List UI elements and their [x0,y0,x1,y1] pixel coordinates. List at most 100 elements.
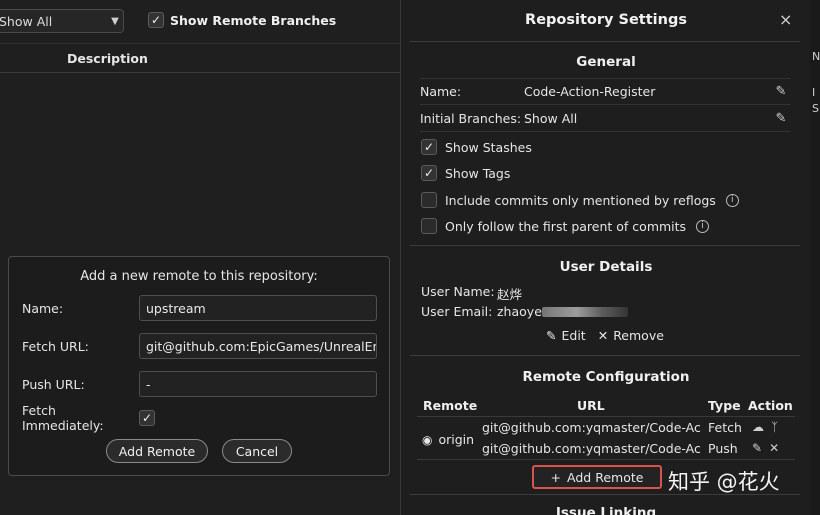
fetch-url-row: Fetch URL: git@github.com:EpicGames/Unre… [22,333,378,359]
remote-name-text: origin [438,432,475,447]
show-tags-option[interactable]: ✓ Show Tags [421,165,510,181]
pencil-icon: ✎ [546,328,557,343]
fetch-url-label: Fetch URL: [22,338,89,354]
edge-char: S [812,102,819,115]
eye-icon[interactable]: ◉ [422,433,432,447]
include-reflogs-checkbox[interactable] [421,192,437,208]
push-url-cell: git@github.com:yqmaster/Code-Ac... [482,441,700,456]
fetch-immediately-checkbox[interactable]: ✓ [139,410,155,426]
issue-linking-section-title: Issue Linking [555,505,657,515]
fetch-immediately-row: Fetch Immediately: ✓ [22,403,378,433]
info-icon[interactable]: i [696,219,710,233]
edit-remote-pencil-icon[interactable]: ✎ [752,441,762,455]
add-remote-submit-button[interactable]: Add Remote [106,439,208,463]
remote-name-row: Name: upstream [22,295,378,321]
include-reflogs-option[interactable]: Include commits only mentioned by reflog… [421,192,739,208]
push-url-row: Push URL: - [22,371,378,397]
add-remote-dialog-title: Add a new remote to this repository: [80,269,318,284]
repo-name-row: Name: Code-Action-Register ✎ [420,81,790,101]
add-remote-dialog-buttons: Add Remote Cancel [106,439,292,463]
divider [410,355,800,356]
remove-label: Remove [613,328,664,343]
plus-icon: + [550,469,562,485]
remote-name-label: Name: [22,300,64,316]
fetch-url-cell: git@github.com:yqmaster/Code-Ac... [482,420,700,435]
remote-config-section-title: Remote Configuration [522,369,690,385]
remote-table-header: Remote URL Type Action [417,396,795,416]
divider [420,78,790,79]
divider [410,245,800,246]
user-name-row: User Name: 赵烨 [421,284,522,303]
description-column-header[interactable]: Description [67,51,148,66]
edit-name-pencil-icon[interactable]: ✎ [772,84,790,99]
user-details-actions: ✎ Edit ✕ Remove [546,328,664,343]
remove-user-button[interactable]: ✕ Remove [598,328,664,343]
divider [420,104,790,105]
action-column-header: Action [748,398,793,413]
add-remote-label: Add Remote [567,469,644,485]
redacted-email-blur [541,307,628,317]
show-remote-branches-label: Show Remote Branches [170,12,337,28]
repo-name-value: Code-Action-Register [524,83,656,99]
edit-user-button[interactable]: ✎ Edit [546,328,586,343]
git-graph-view: Show All ▼ ✓ Show Remote Branches Descri… [0,0,400,515]
type-column-header: Type [708,398,741,413]
remote-name-cell: ◉ origin [422,432,474,447]
push-type-cell: Push [708,441,738,456]
include-reflogs-label: Include commits only mentioned by reflog… [445,192,716,208]
chevron-down-icon: ▼ [111,15,119,27]
user-name-value: 赵烨 [497,287,523,302]
user-email-label: User Email: [421,304,493,319]
initial-branches-row: Initial Branches: Show All ✎ [420,108,790,128]
show-stashes-option[interactable]: ✓ Show Stashes [421,139,532,155]
fetch-immediately-label: Fetch Immediately: [22,403,104,433]
url-column-header: URL [577,398,605,413]
cancel-button[interactable]: Cancel [222,439,292,463]
user-email-row: User Email: zhaoye [421,304,628,319]
show-tags-checkbox[interactable]: ✓ [421,165,437,181]
branch-filter-dropdown[interactable]: Show All ▼ [0,9,124,33]
general-section-title: General [576,54,636,70]
remote-name-input[interactable]: upstream [139,295,377,321]
divider [410,41,800,42]
push-url-label: Push URL: [22,376,85,392]
edge-char: N [812,50,820,63]
show-tags-label: Show Tags [445,165,511,181]
panel-title: Repository Settings [525,12,687,28]
fetch-actions: ☁ ᛉ [752,420,778,434]
first-parent-checkbox[interactable] [421,218,437,234]
add-remote-dialog: Add a new remote to this repository: Nam… [8,256,390,476]
remote-row-origin: ◉ origin git@github.com:yqmaster/Code-Ac… [417,416,795,460]
cloud-download-icon[interactable]: ☁ [752,420,764,434]
watermark: 知乎 @花火 [668,470,780,494]
show-remote-branches-checkbox[interactable]: ✓ [148,12,164,28]
delete-remote-x-icon[interactable]: ✕ [769,441,779,455]
edit-initial-branches-pencil-icon[interactable]: ✎ [772,111,790,126]
divider [420,131,790,132]
graph-toolbar: Show All ▼ ✓ Show Remote Branches [0,0,400,42]
initial-branches-value: Show All [524,110,578,126]
show-remote-branches-toggle[interactable]: ✓ Show Remote Branches [148,12,336,28]
user-details-section-title: User Details [559,259,653,275]
user-email-value: zhaoye [497,304,542,319]
show-stashes-label: Show Stashes [445,139,532,155]
first-parent-option[interactable]: Only follow the first parent of commits … [421,218,710,234]
close-icon[interactable]: × [779,10,792,29]
add-remote-button[interactable]: + Add Remote [532,465,662,489]
push-url-input[interactable]: - [139,371,377,397]
commit-table-header: Description [0,43,400,73]
remote-column-header: Remote [423,398,478,413]
edit-label: Edit [561,328,586,343]
x-icon: ✕ [597,328,609,343]
initial-branches-label: Initial Branches: [420,110,522,126]
branch-filter-value: Show All [0,13,53,29]
push-actions: ✎ ✕ [752,441,779,455]
repo-name-label: Name: [420,83,462,99]
show-stashes-checkbox[interactable]: ✓ [421,139,437,155]
info-icon[interactable]: i [725,193,739,207]
right-edge-strip: N I S [810,0,820,515]
repository-settings-panel: Repository Settings × General Name: Code… [400,0,810,515]
fetch-url-input[interactable]: git@github.com:EpicGames/UnrealEngi [139,333,377,359]
prune-branch-icon[interactable]: ᛉ [771,420,778,434]
user-name-label: User Name: [421,284,495,299]
